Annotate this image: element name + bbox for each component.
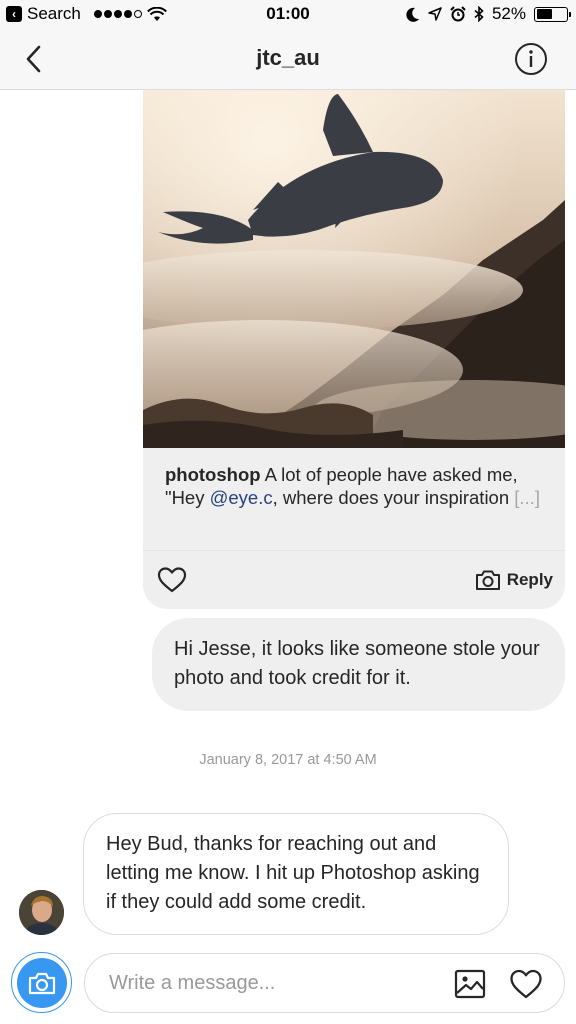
heart-icon[interactable] xyxy=(157,566,187,594)
conversation-header: jtc_au xyxy=(0,28,576,90)
image-icon[interactable] xyxy=(453,967,487,1001)
card-divider xyxy=(143,550,565,551)
heart-icon[interactable] xyxy=(509,968,543,1000)
status-right: 52% xyxy=(406,4,571,24)
back-to-app-label[interactable]: Search xyxy=(27,4,81,24)
shared-post-card[interactable]: photoshop A lot of people have asked me,… xyxy=(143,90,565,609)
caption-more[interactable]: [...] xyxy=(514,487,540,508)
shared-post-image[interactable] xyxy=(143,90,565,448)
message-composer xyxy=(84,953,565,1013)
location-icon xyxy=(428,7,442,21)
message-bubble-outgoing[interactable]: Hi Jesse, it looks like someone stole yo… xyxy=(152,618,565,711)
bluetooth-icon xyxy=(474,6,484,22)
caption-mention[interactable]: @eye.c xyxy=(210,487,273,508)
status-left[interactable]: ‹ Search xyxy=(6,4,167,24)
camera-icon xyxy=(475,570,500,590)
avatar[interactable] xyxy=(19,890,64,935)
moon-icon xyxy=(406,7,419,22)
reply-button[interactable]: Reply xyxy=(475,566,553,594)
info-icon[interactable] xyxy=(514,42,548,76)
caption-text-2: , where does your inspiration xyxy=(272,486,515,508)
shared-post-caption[interactable]: photoshop A lot of people have asked me,… xyxy=(165,464,545,509)
camera-icon xyxy=(16,957,67,1008)
signal-icon xyxy=(93,10,142,18)
battery-icon xyxy=(534,6,571,22)
post-author[interactable]: photoshop xyxy=(165,464,261,485)
reply-label: Reply xyxy=(506,570,553,589)
back-to-app-icon[interactable]: ‹ xyxy=(6,6,22,22)
message-bubble-incoming[interactable]: Hey Bud, thanks for reaching out and let… xyxy=(83,813,509,935)
battery-level xyxy=(536,9,552,19)
chevron-left-icon[interactable] xyxy=(18,42,52,76)
wifi-icon xyxy=(146,6,167,21)
message-input[interactable] xyxy=(109,968,439,998)
alarm-icon xyxy=(450,6,466,22)
message-timestamp: January 8, 2017 at 4:50 AM xyxy=(199,752,377,768)
conversation-title[interactable]: jtc_au xyxy=(0,45,576,71)
status-bar: ‹ Search 01:00 52% xyxy=(0,0,576,28)
camera-button[interactable] xyxy=(11,952,72,1013)
battery-percent: 52% xyxy=(491,4,526,23)
